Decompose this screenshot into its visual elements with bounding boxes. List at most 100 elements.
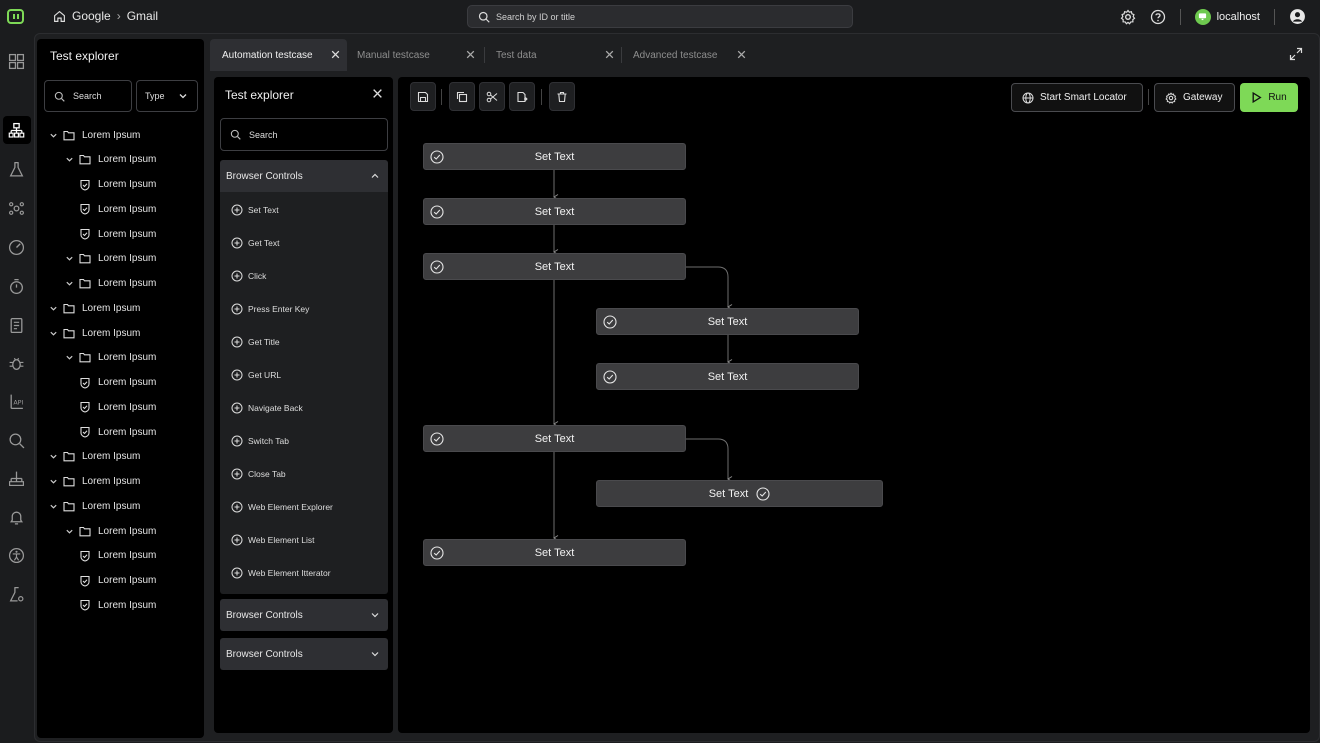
- tree-folder[interactable]: Lorem Ipsum: [49, 323, 140, 343]
- pipeline-icon[interactable]: [8, 470, 25, 487]
- palette-action-item[interactable]: Switch Tab: [231, 435, 289, 447]
- palette-action-item[interactable]: Web Element Explorer: [231, 501, 333, 513]
- beaker-icon[interactable]: [8, 161, 25, 178]
- tree-test-item[interactable]: Lorem Ipsum: [79, 595, 156, 615]
- flow-node-set-text[interactable]: Set Text: [423, 425, 686, 452]
- tree-test-item[interactable]: Lorem Ipsum: [79, 199, 156, 219]
- flow-node-set-text[interactable]: Set Text: [596, 480, 883, 507]
- section-header-browser-controls[interactable]: Browser Controls: [220, 160, 388, 192]
- tab-automation-testcase[interactable]: Automation testcase: [210, 39, 347, 71]
- close-icon[interactable]: [372, 88, 383, 99]
- tree-test-item[interactable]: Lorem Ipsum: [79, 422, 156, 442]
- tree-test-item[interactable]: Lorem Ipsum: [79, 397, 156, 417]
- chevron-down-icon[interactable]: [65, 353, 74, 362]
- flow-canvas[interactable]: Start Smart Locator Gateway Run Set Text…: [398, 77, 1310, 733]
- palette-action-item[interactable]: Get Title: [231, 336, 280, 348]
- palette-action-item[interactable]: Click: [231, 270, 266, 282]
- palette-action-item[interactable]: Close Tab: [231, 468, 286, 480]
- tree-test-item[interactable]: Lorem Ipsum: [79, 373, 156, 393]
- chevron-down-icon: [371, 613, 379, 618]
- flow-node-set-text[interactable]: Set Text: [596, 363, 859, 390]
- folder-icon: [63, 303, 75, 314]
- gear-icon[interactable]: [1120, 9, 1136, 25]
- close-icon[interactable]: [736, 49, 747, 60]
- palette-action-item[interactable]: Set Text: [231, 204, 279, 216]
- chevron-down-icon[interactable]: [49, 304, 58, 313]
- tree-folder[interactable]: Lorem Ipsum: [49, 472, 140, 492]
- palette-action-item[interactable]: Navigate Back: [231, 402, 303, 414]
- palette-action-item[interactable]: Web Element Itterator: [231, 567, 331, 579]
- chevron-down-icon[interactable]: [49, 502, 58, 511]
- palette-action-item[interactable]: Press Enter Key: [231, 303, 309, 315]
- close-icon[interactable]: [330, 49, 341, 60]
- help-icon[interactable]: [1150, 9, 1166, 25]
- home-icon[interactable]: [53, 10, 66, 23]
- flow-node-set-text[interactable]: Set Text: [423, 143, 686, 170]
- add-circle-icon: [231, 336, 243, 348]
- check-circle-icon: [430, 432, 444, 446]
- chevron-down-icon[interactable]: [65, 254, 74, 263]
- timer-icon[interactable]: [8, 278, 25, 295]
- check-circle-icon: [756, 486, 770, 501]
- palette-action-item[interactable]: Web Element List: [231, 534, 314, 546]
- tab-manual-testcase[interactable]: Manual testcase: [345, 39, 482, 71]
- chevron-down-icon[interactable]: [49, 452, 58, 461]
- tree-folder[interactable]: Lorem Ipsum: [65, 348, 156, 368]
- avatar-icon[interactable]: [1289, 8, 1306, 25]
- palette-action-label: Get URL: [248, 370, 282, 380]
- top-search-input[interactable]: Search by ID or title: [467, 5, 853, 28]
- palette-action-item[interactable]: Get URL: [231, 369, 281, 381]
- tree-folder[interactable]: Lorem Ipsum: [49, 125, 140, 145]
- tree-item-label: Lorem Ipsum: [98, 575, 157, 586]
- molecule-icon[interactable]: [8, 200, 25, 217]
- palette-search-input[interactable]: Search: [220, 118, 388, 151]
- tab-advanced-testcase[interactable]: Advanced testcase: [621, 39, 753, 71]
- close-icon[interactable]: [465, 49, 476, 60]
- flow-node-set-text[interactable]: Set Text: [423, 539, 686, 566]
- tree-folder[interactable]: Lorem Ipsum: [49, 447, 140, 467]
- flow-node-set-text[interactable]: Set Text: [596, 308, 859, 335]
- tree-folder[interactable]: Lorem Ipsum: [65, 150, 156, 170]
- flow-node-set-text[interactable]: Set Text: [423, 198, 686, 225]
- add-circle-icon: [231, 567, 243, 579]
- palette-action-item[interactable]: Get Text: [231, 237, 280, 249]
- inspect-icon[interactable]: [8, 432, 25, 449]
- chevron-down-icon[interactable]: [65, 279, 74, 288]
- host-selector[interactable]: localhost: [1194, 8, 1260, 25]
- tree-test-item[interactable]: Lorem Ipsum: [79, 224, 156, 244]
- tab-test-data[interactable]: Test data: [484, 39, 621, 71]
- breadcrumb-item[interactable]: Gmail: [127, 9, 158, 23]
- tree-test-item[interactable]: Lorem Ipsum: [79, 175, 156, 195]
- chevron-down-icon[interactable]: [49, 477, 58, 486]
- accessibility-icon[interactable]: [8, 547, 25, 564]
- close-icon[interactable]: [604, 49, 615, 60]
- section-header-browser-controls[interactable]: Browser Controls: [220, 638, 388, 670]
- tree-folder[interactable]: Lorem Ipsum: [65, 249, 156, 269]
- flow-node-set-text[interactable]: Set Text: [423, 253, 686, 280]
- dashboard-icon[interactable]: [8, 53, 25, 70]
- type-filter-select[interactable]: Type: [136, 80, 198, 112]
- speed-icon[interactable]: [8, 239, 25, 256]
- expand-icon[interactable]: [1289, 47, 1303, 61]
- explorer-search-input[interactable]: Search: [44, 80, 132, 112]
- chevron-down-icon[interactable]: [49, 329, 58, 338]
- api-icon[interactable]: API: [8, 393, 25, 410]
- tree-folder[interactable]: Lorem Ipsum: [49, 496, 140, 516]
- report-icon[interactable]: [8, 317, 25, 334]
- tree-folder[interactable]: Lorem Ipsum: [49, 298, 140, 318]
- breadcrumb-item[interactable]: Google: [72, 9, 111, 23]
- flask-settings-icon[interactable]: [8, 586, 25, 603]
- tree-test-item[interactable]: Lorem Ipsum: [79, 546, 156, 566]
- app-logo[interactable]: [7, 9, 24, 24]
- tree-folder[interactable]: Lorem Ipsum: [65, 274, 156, 294]
- section-header-browser-controls[interactable]: Browser Controls: [220, 599, 388, 631]
- tree-folder[interactable]: Lorem Ipsum: [65, 521, 156, 541]
- chevron-down-icon[interactable]: [65, 155, 74, 164]
- bell-search-icon[interactable]: [8, 509, 25, 526]
- bug-icon[interactable]: [8, 355, 25, 372]
- chevron-down-icon[interactable]: [65, 527, 74, 536]
- tree-item-label: Lorem Ipsum: [98, 550, 157, 562]
- chevron-down-icon[interactable]: [49, 131, 58, 140]
- left-nav-rail: API: [0, 33, 33, 743]
- tree-test-item[interactable]: Lorem Ipsum: [79, 571, 156, 591]
